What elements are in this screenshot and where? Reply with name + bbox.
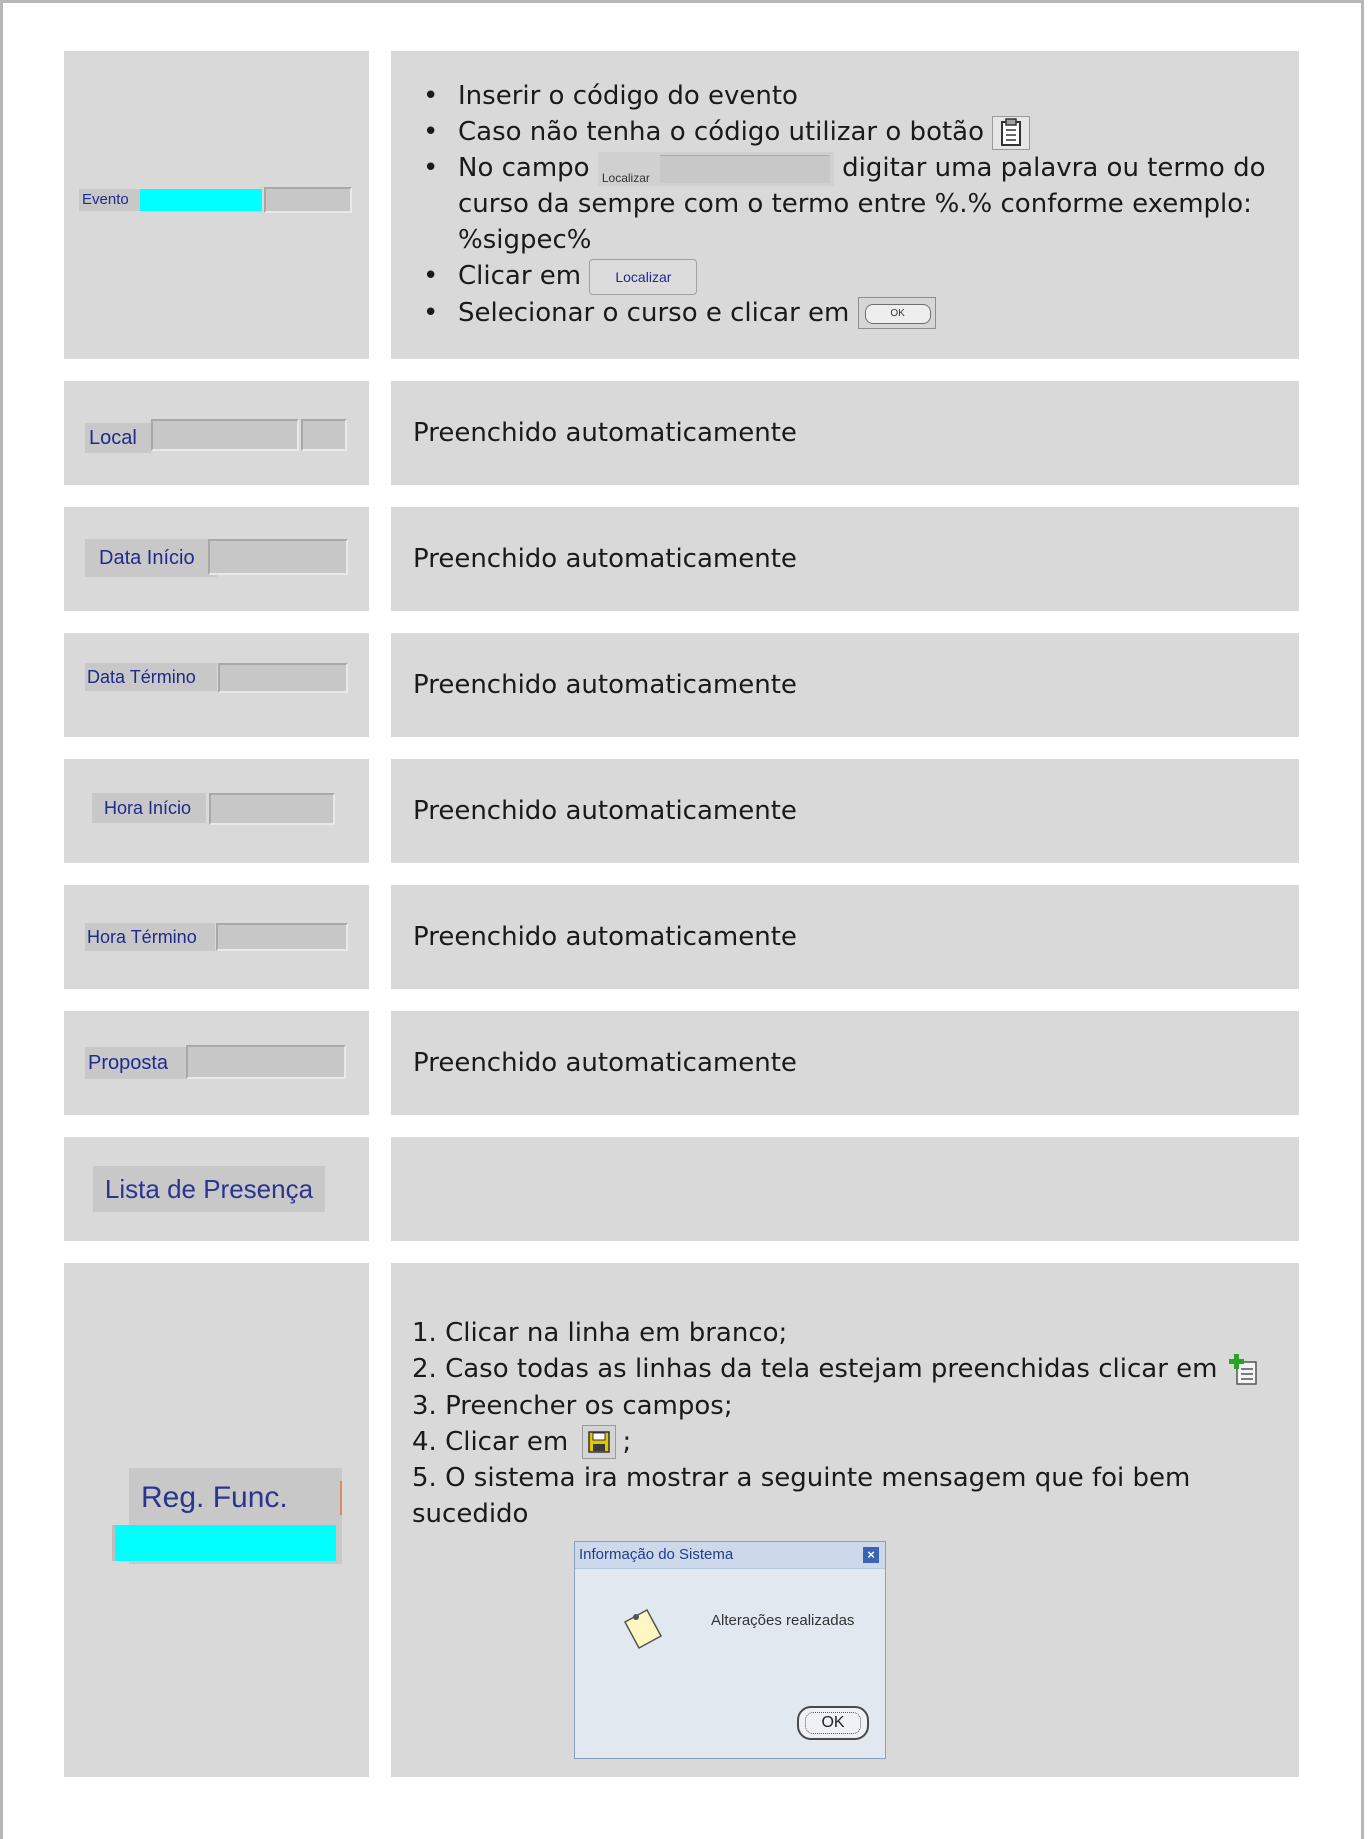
hora-inicio-field[interactable] — [209, 793, 335, 825]
right-cell-local: Preenchido automaticamente — [391, 381, 1299, 485]
evento-code-field[interactable] — [140, 189, 262, 211]
clipboard-icon — [1001, 117, 1022, 146]
data-inicio-field[interactable] — [208, 539, 348, 575]
save-button[interactable] — [582, 1425, 617, 1459]
localizar-button[interactable]: Localizar — [589, 258, 698, 295]
reg-func-divider — [340, 1481, 342, 1515]
reg-func-field[interactable] — [114, 1525, 336, 1561]
left-cell-reg-func: Reg. Func. — [64, 1263, 369, 1777]
localizar-field[interactable]: Localizar — [597, 151, 834, 186]
label-lista-presenca: Lista de Presença — [93, 1166, 325, 1212]
desc-proposta: Preenchido automaticamente — [413, 1048, 797, 1078]
label-data-termino: Data Término — [85, 663, 217, 691]
evento-name-field[interactable] — [264, 187, 352, 213]
bullet-5: Selecionar o curso e clicar em OK — [391, 295, 1299, 331]
local-code-field[interactable] — [301, 419, 347, 451]
bullet-2: Caso não tenha o código utilizar o botão — [391, 114, 1299, 150]
desc-data-inicio: Preenchido automaticamente — [413, 544, 797, 574]
step-3: 3. Preencher os campos; — [412, 1390, 733, 1421]
label-reg-func: Reg. Func. — [141, 1481, 288, 1514]
label-hora-termino: Hora Término — [85, 923, 215, 951]
dialog-ok-button[interactable]: OK — [797, 1706, 869, 1740]
close-icon[interactable]: × — [863, 1547, 879, 1563]
new-record-icon — [1228, 1353, 1257, 1385]
right-cell-data-termino: Preenchido automaticamente — [391, 633, 1299, 737]
left-cell-proposta: Proposta — [64, 1011, 369, 1115]
right-cell-hora-termino: Preenchido automaticamente — [391, 885, 1299, 989]
localizar-field-label: Localizar — [601, 170, 650, 185]
local-field[interactable] — [151, 419, 299, 451]
save-icon — [588, 1431, 611, 1453]
bullet-1: Inserir o código do evento — [391, 78, 1299, 114]
data-termino-field[interactable] — [218, 663, 348, 693]
ok-button-small[interactable]: OK — [857, 297, 936, 329]
desc-hora-termino: Preenchido automaticamente — [413, 922, 797, 952]
label-hora-inicio: Hora Início — [92, 793, 206, 823]
step-2: 2. Caso todas as linhas da tela estejam … — [412, 1351, 1292, 1388]
right-cell-hora-inicio: Preenchido automaticamente — [391, 759, 1299, 863]
reg-func-field-edge — [112, 1525, 115, 1561]
right-cell-lista — [391, 1137, 1299, 1241]
evento-instructions: Inserir o código do evento Caso não tenh… — [391, 78, 1299, 331]
left-cell-hora-termino: Hora Término — [64, 885, 369, 989]
left-cell-evento: Evento — [64, 51, 369, 359]
bullet-3: No campo Localizar digitar uma palavra o… — [391, 150, 1299, 258]
proposta-field[interactable] — [186, 1045, 346, 1079]
step-1: 1. Clicar na linha em branco; — [412, 1318, 788, 1348]
left-cell-local: Local — [64, 381, 369, 485]
system-info-dialog: Informação do Sistema × Alterações reali… — [574, 1541, 886, 1759]
desc-data-termino: Preenchido automaticamente — [413, 670, 797, 700]
dialog-message: Alterações realizadas — [711, 1612, 855, 1629]
left-cell-hora-inicio: Hora Início — [64, 759, 369, 863]
label-local: Local — [85, 423, 151, 453]
left-cell-lista: Lista de Presença — [64, 1137, 369, 1241]
label-evento: Evento — [79, 189, 140, 211]
step-4: 4. Clicar em ; — [412, 1424, 1292, 1460]
desc-hora-inicio: Preenchido automaticamente — [413, 796, 797, 826]
left-cell-data-inicio: Data Início — [64, 507, 369, 611]
reg-func-steps: 1. Clicar na linha em branco; 2. Caso to… — [412, 1315, 1292, 1532]
ok-button-label: OK — [864, 304, 931, 324]
right-cell-proposta: Preenchido automaticamente — [391, 1011, 1299, 1115]
dialog-title-bar: Informação do Sistema × — [575, 1542, 885, 1569]
new-record-button[interactable] — [1226, 1352, 1262, 1388]
step-5: 5. O sistema ira mostrar a seguinte mens… — [412, 1462, 1191, 1529]
localizar-field-input[interactable] — [659, 154, 830, 183]
label-proposta: Proposta — [85, 1047, 186, 1079]
clipboard-button[interactable] — [992, 115, 1031, 150]
right-cell-data-inicio: Preenchido automaticamente — [391, 507, 1299, 611]
dialog-title: Informação do Sistema — [579, 1546, 734, 1563]
bullet-4: Clicar em Localizar — [391, 258, 1299, 295]
desc-local: Preenchido automaticamente — [413, 418, 797, 448]
hora-termino-field[interactable] — [216, 923, 348, 951]
left-cell-data-termino: Data Término — [64, 633, 369, 737]
label-data-inicio: Data Início — [85, 539, 217, 577]
note-icon — [623, 1608, 663, 1650]
